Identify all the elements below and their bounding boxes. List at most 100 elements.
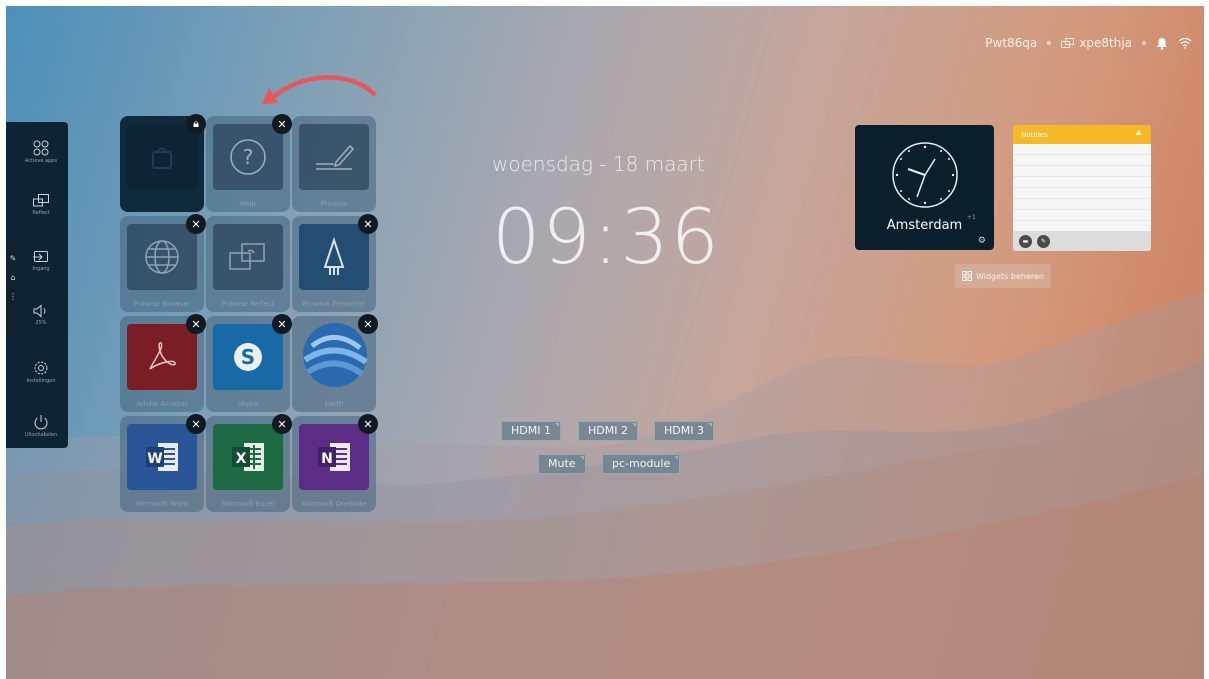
mute-button[interactable]: Mute	[538, 454, 586, 474]
store-icon	[127, 124, 197, 190]
sidebar-item-active-apps[interactable]: Actieve apps	[18, 140, 64, 164]
app-tile-browser[interactable]: Prowise Browser ✕	[120, 214, 206, 312]
app-tile-word[interactable]: W Microsoft Word ✕	[120, 414, 206, 512]
current-time: 09:36	[492, 192, 722, 281]
sidebar-item-settings[interactable]: Instellingen	[18, 360, 64, 384]
app-tile-presenter[interactable]: Prowise Presenter ✕	[292, 214, 378, 312]
keyboard-icon[interactable]: ▬	[1019, 235, 1032, 248]
separator-dot	[1142, 41, 1146, 45]
notes-body[interactable]	[1013, 144, 1151, 232]
volume-icon	[33, 304, 46, 318]
device-name: Pwt86qa	[985, 36, 1038, 50]
separator-dot	[1047, 41, 1052, 45]
close-icon[interactable]: ✕	[186, 214, 206, 234]
source-hdmi1-button[interactable]: HDMI 1	[501, 421, 561, 441]
app-label: Prowise Browser	[133, 300, 191, 308]
app-label: Adobe Acrobat	[136, 400, 188, 408]
excel-icon: X	[213, 424, 283, 490]
close-icon[interactable]: ✕	[186, 314, 206, 334]
reflect-icon	[33, 194, 49, 207]
reflect-icon	[213, 224, 283, 290]
lock-icon: 🔒︎	[186, 114, 206, 134]
notes-header: Notities 🔒︎	[1013, 125, 1151, 144]
app-tile-excel[interactable]: X Microsoft Excel ✕	[206, 414, 292, 512]
notes-title: Notities	[1021, 131, 1048, 139]
notes-widget[interactable]: Notities 🔒︎ ▬ ✎	[1013, 125, 1151, 251]
menu-icon: ⋮	[9, 292, 17, 301]
notes-footer: ▬ ✎	[1013, 231, 1151, 251]
power-icon	[34, 415, 48, 430]
app-label: Prowise	[320, 200, 348, 208]
help-icon: ?	[213, 124, 283, 190]
app-tile-earth[interactable]: Earth ✕	[292, 314, 378, 412]
earth-icon	[300, 320, 370, 394]
app-tile-reflect[interactable]: Prowise Reflect	[206, 216, 290, 312]
svg-text:?: ?	[243, 145, 254, 169]
sidebar-item-volume[interactable]: 25%	[18, 304, 64, 326]
presenter-icon	[299, 224, 369, 290]
svg-text:N: N	[321, 451, 333, 467]
source-hdmi2-button[interactable]: HDMI 2	[578, 421, 638, 441]
app-label: Microsoft OneNote	[301, 500, 367, 508]
app-grid: 🔒︎ ? Help ✕ Prowise Prowise Browser ✕ Pr…	[120, 114, 378, 514]
gear-icon[interactable]: ⚙	[978, 236, 986, 246]
current-date: woensdag - 18 maart	[492, 152, 705, 176]
home-icon: ⌂	[10, 273, 16, 282]
red-arrow-annotation	[262, 75, 377, 104]
close-icon[interactable]: ✕	[272, 314, 292, 334]
cast-name: xpe8thja	[1079, 36, 1132, 50]
cast-status[interactable]: xpe8thja	[1061, 36, 1132, 50]
close-icon[interactable]: ✕	[272, 114, 292, 134]
app-label: Microsoft Excel	[221, 500, 275, 508]
sidebar-toggle-tab[interactable]: ✎ ⌂ ⋮	[6, 244, 20, 336]
app-label: Skype	[237, 400, 259, 408]
close-icon[interactable]: ✕	[272, 414, 292, 434]
sidebar-item-label: Actieve apps	[24, 158, 58, 164]
pc-module-button[interactable]: pc-module	[602, 454, 681, 474]
app-tile-help[interactable]: ? Help ✕	[206, 114, 292, 212]
sidebar-item-power[interactable]: Uitschakelen	[18, 414, 64, 438]
onenote-icon: N	[299, 424, 369, 490]
manage-widgets-label: Widgets beheren	[976, 271, 1044, 281]
app-label: Help	[240, 200, 256, 208]
manage-widgets-button[interactable]: Widgets beheren	[955, 264, 1051, 288]
pen-icon	[299, 124, 369, 190]
svg-text:W: W	[147, 451, 162, 467]
app-tile-skype[interactable]: S Skype ✕	[206, 314, 292, 412]
sidebar-item-label: Uitschakelen	[24, 432, 58, 438]
close-icon[interactable]: ✕	[358, 414, 378, 434]
sidebar-item-input[interactable]: Ingang	[18, 250, 64, 272]
desktop-screen: Pwt86qa xpe8thja Actieve apps Reflect In…	[6, 6, 1204, 679]
close-icon[interactable]: ✕	[186, 414, 206, 434]
sidebar-item-label: Instellingen	[26, 378, 56, 384]
clock-offset: +1	[967, 214, 976, 221]
app-tile-onenote[interactable]: N Microsoft OneNote ✕	[292, 414, 378, 512]
source-hdmi3-button[interactable]: HDMI 3	[654, 421, 714, 441]
status-bar: Pwt86qa xpe8thja	[985, 36, 1192, 50]
world-clock-widget[interactable]: Amsterdam +1 ⚙	[855, 125, 994, 250]
app-label: Earth	[324, 400, 344, 408]
volume-level: 25%	[35, 320, 47, 326]
grid-icon	[962, 271, 972, 281]
wifi-icon[interactable]	[1178, 37, 1192, 49]
lock-icon[interactable]: 🔒︎	[1136, 128, 1141, 138]
sidebar-item-label: Reflect	[32, 210, 50, 216]
app-tile-prowise[interactable]: Prowise	[292, 116, 376, 212]
word-icon: W	[127, 424, 197, 490]
app-tile-acrobat[interactable]: Adobe Acrobat ✕	[120, 314, 206, 412]
bell-icon[interactable]	[1156, 37, 1168, 50]
app-label: Prowise Presenter	[302, 300, 366, 308]
skype-icon: S	[213, 324, 283, 390]
pen-icon: ✎	[9, 254, 17, 263]
close-icon[interactable]: ✕	[358, 214, 378, 234]
close-icon[interactable]: ✕	[358, 314, 378, 334]
pencil-icon[interactable]: ✎	[1037, 235, 1050, 248]
sidebar-item-reflect[interactable]: Reflect	[18, 194, 64, 216]
input-icon	[33, 251, 48, 262]
analog-clock-icon	[892, 142, 958, 208]
apps-icon	[33, 140, 49, 156]
app-tile-store[interactable]: 🔒︎	[120, 114, 206, 212]
settings-icon	[34, 361, 48, 375]
svg-text:S: S	[241, 345, 255, 369]
app-label: Microsoft Word	[135, 500, 189, 508]
